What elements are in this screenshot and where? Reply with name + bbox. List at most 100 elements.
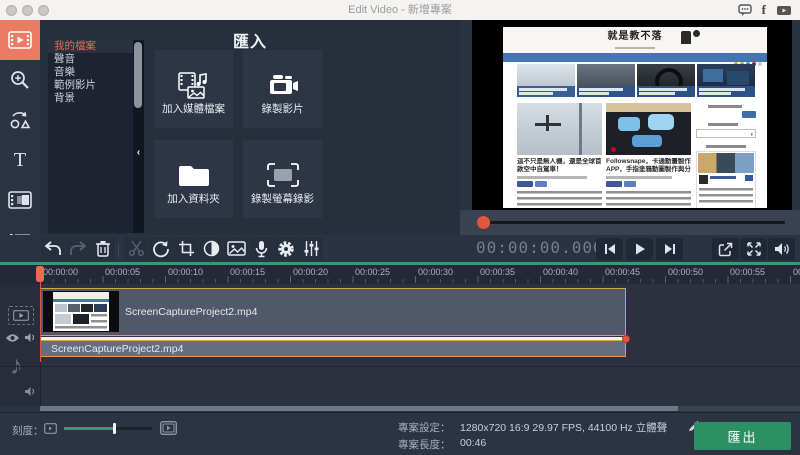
audio-track-speaker-icon[interactable] (23, 385, 37, 398)
audio-clip-label: ScreenCaptureProject2.mp4 (51, 343, 184, 355)
featured-thumb-3[interactable] (637, 64, 695, 97)
share-button[interactable] (712, 238, 739, 260)
timeline-ruler[interactable]: 00:00:00 00:00:05 00:00:10 00:00:15 00:0… (0, 265, 800, 284)
article2-image[interactable] (606, 103, 691, 155)
export-button[interactable]: 匯出 (694, 422, 791, 450)
project-settings-label: 專案設定： (398, 420, 451, 435)
add-media-files-label: 加入媒體檔案 (162, 101, 225, 116)
toolbar-separator (118, 242, 119, 256)
record-audio-button[interactable] (249, 237, 273, 260)
delete-button[interactable] (91, 237, 115, 260)
seekbar-handle[interactable] (477, 216, 490, 229)
previous-frame-button[interactable] (596, 238, 623, 260)
timecode-display: 00:00:00.000 (476, 238, 586, 257)
sidebar-item-filters[interactable] (0, 60, 40, 101)
window-title: Edit Video - 新增專案 (0, 0, 800, 20)
collapse-panel-chevron-icon[interactable]: ‹ (133, 145, 144, 161)
properties-button[interactable] (299, 237, 323, 260)
import-panel: 匯入 我的檔案 聲音 音樂 範例影片 背景 ‹ 加入媒體檔案 錄製影片 (40, 20, 460, 235)
image-button[interactable] (224, 237, 248, 260)
image-icon (227, 241, 246, 256)
facebook-icon[interactable]: f (762, 3, 766, 17)
volume-line-handle[interactable] (622, 335, 630, 343)
undo-icon (44, 241, 62, 257)
article2-title[interactable]: Followsnape，卡通動畫製作 APP，手指塗鴉動圖製作與分享 (606, 158, 691, 174)
scissors-icon (128, 240, 145, 257)
gear-icon (277, 240, 295, 258)
article1-text (517, 191, 602, 208)
file-list-scrollbar-thumb[interactable] (134, 42, 142, 108)
trash-icon (95, 240, 111, 257)
sidebar-item-titles[interactable]: T (0, 140, 40, 181)
widget-comment (696, 105, 756, 119)
record-screen-button[interactable]: 錄製螢幕錄影 (243, 140, 322, 218)
file-list-scrollbar[interactable]: ‹ (133, 40, 144, 233)
video-clip-thumbnail (43, 291, 119, 332)
video-clip[interactable]: ScreenCaptureProject2.mp4 (40, 288, 626, 336)
zoom-slider[interactable] (64, 427, 152, 430)
file-category-music[interactable]: 音樂 (48, 66, 133, 79)
split-button[interactable] (124, 237, 148, 260)
zoom-slider-fill (64, 427, 115, 430)
featured-thumb-2[interactable] (577, 64, 635, 97)
webpage-mascot (681, 31, 691, 44)
youtube-icon[interactable] (776, 3, 792, 17)
video-track-speaker-icon[interactable] (23, 331, 37, 344)
undo-button[interactable] (41, 237, 65, 260)
sidebar-item-callouts[interactable] (0, 180, 40, 221)
volume-icon (774, 242, 790, 256)
previous-frame-icon (604, 243, 616, 255)
chat-icon[interactable] (738, 3, 752, 17)
settings-button[interactable] (274, 237, 298, 260)
widget-facebook (696, 145, 756, 208)
video-track-icon[interactable] (8, 306, 34, 325)
audio-clip[interactable]: ScreenCaptureProject2.mp4 (40, 340, 626, 357)
crop-button[interactable] (174, 237, 198, 260)
seekbar-track[interactable] (490, 221, 785, 224)
widget-comment-button[interactable] (742, 111, 756, 118)
folder-icon (154, 162, 233, 188)
zoom-slider-handle[interactable] (113, 423, 116, 434)
play-icon (634, 243, 646, 255)
file-category-sounds[interactable]: 聲音 (48, 53, 133, 66)
article1-image[interactable] (517, 103, 602, 155)
preview-seekbar[interactable] (460, 210, 800, 235)
play-button[interactable] (626, 238, 653, 260)
eye-icon[interactable] (4, 332, 20, 344)
article1-title[interactable]: 這不只是無人機，還是全球首款空中自駕車！ (517, 158, 602, 174)
music-note-icon: ♪ (10, 350, 23, 380)
featured-thumb-1[interactable] (517, 64, 575, 97)
title-bar: Edit Video - 新增專案 f (0, 0, 800, 21)
next-frame-button[interactable] (656, 238, 683, 260)
redo-button[interactable] (66, 237, 90, 260)
color-adjust-button[interactable] (199, 237, 223, 260)
timeline-hscrollbar[interactable] (40, 406, 800, 411)
sidebar-item-import[interactable] (0, 20, 40, 61)
titles-text-icon: T (14, 149, 26, 171)
sidebar-item-transitions[interactable] (0, 100, 40, 141)
volume-button[interactable] (768, 238, 795, 260)
featured-thumb-4[interactable] (697, 64, 755, 97)
filters-magnifier-icon (9, 69, 31, 91)
widget-category-select[interactable]: ▾ (696, 129, 756, 138)
contrast-icon (203, 240, 220, 257)
zoom-out-frame-icon[interactable] (44, 423, 57, 434)
add-folder-button[interactable]: 加入資料夾 (154, 140, 233, 218)
track-headers: ♪ (0, 284, 41, 406)
timeline-hscrollbar-thumb[interactable] (40, 406, 678, 411)
rotate-button[interactable] (149, 237, 173, 260)
preview-panel: 就是教不落 (460, 20, 800, 235)
webpage-subtitle-line (615, 47, 655, 49)
file-category-sample-videos[interactable]: 範例影片 (48, 79, 133, 92)
playhead-marker[interactable] (36, 266, 44, 282)
facebook-like-button[interactable] (745, 175, 753, 181)
file-category-backgrounds[interactable]: 背景 (48, 92, 133, 105)
facebook-text (699, 188, 753, 206)
preview-viewport: 就是教不落 (472, 20, 792, 210)
add-media-files-button[interactable]: 加入媒體檔案 (154, 50, 233, 128)
file-category-my-files[interactable]: 我的檔案 (48, 40, 133, 53)
zoom-in-frame-icon[interactable] (160, 421, 177, 435)
webpage-navbar (503, 53, 767, 62)
record-video-button[interactable]: 錄製影片 (243, 50, 322, 128)
fullscreen-button[interactable] (740, 238, 767, 260)
